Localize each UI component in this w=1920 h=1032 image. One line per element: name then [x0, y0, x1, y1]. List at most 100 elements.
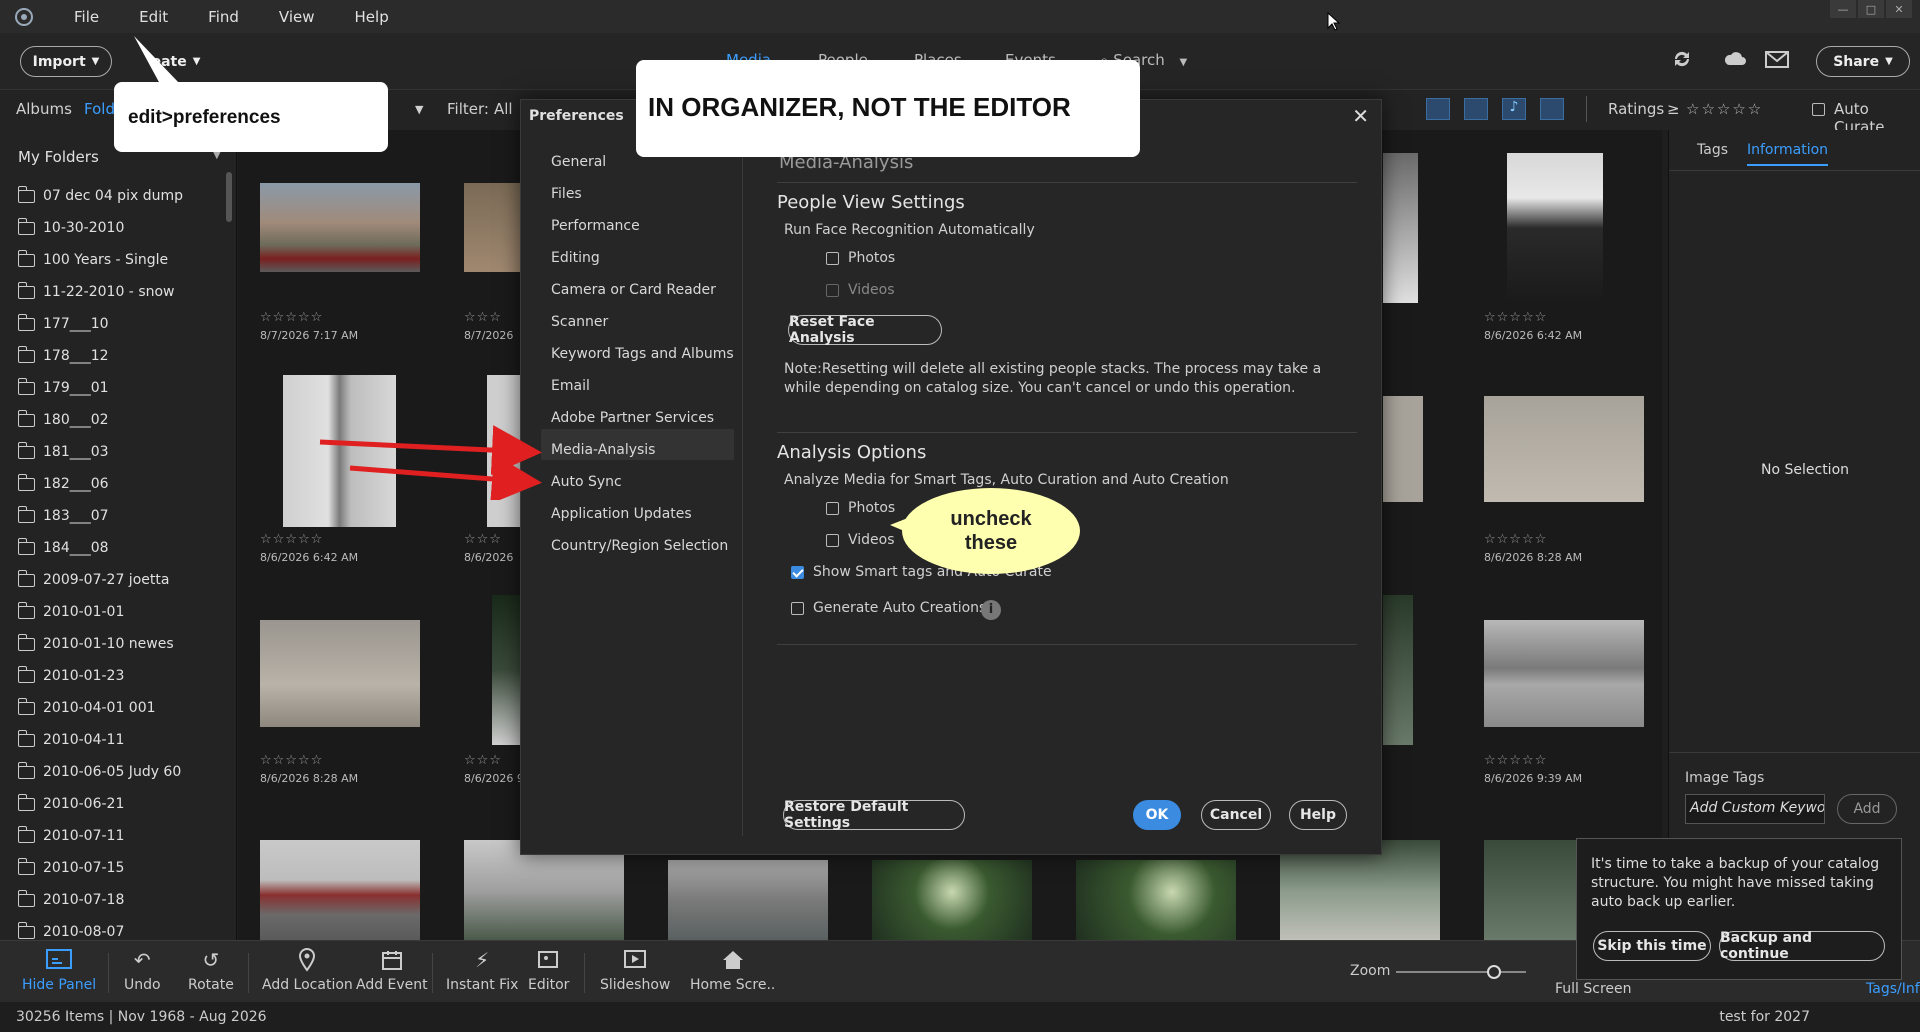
tab-albums[interactable]: Albums: [16, 100, 72, 118]
show-smart-tags-checkbox[interactable]: [791, 566, 804, 579]
menu-edit[interactable]: Edit: [139, 8, 168, 26]
folder-item[interactable]: 2010-06-05 Judy 60: [17, 756, 218, 788]
project-filter-icon[interactable]: [1540, 98, 1564, 120]
rating-stars[interactable]: ☆☆☆☆☆: [260, 753, 323, 768]
photo-thumbnail[interactable]: [1383, 595, 1413, 745]
cloud-icon[interactable]: [1722, 47, 1748, 73]
folder-item[interactable]: 2010-01-23: [17, 660, 218, 692]
folder-item[interactable]: 2010-07-11: [17, 820, 218, 852]
photo-thumbnail[interactable]: [1383, 396, 1423, 502]
add-keyword-button[interactable]: Add: [1837, 794, 1897, 824]
slideshow-button[interactable]: Slideshow: [600, 947, 670, 993]
photo-thumbnail[interactable]: [872, 860, 1032, 940]
keyword-input[interactable]: Add Custom Keywords: [1685, 794, 1825, 824]
cancel-button[interactable]: Cancel: [1201, 800, 1271, 830]
pref-nav-editing[interactable]: Editing: [551, 250, 600, 266]
tab-tags[interactable]: Tags: [1697, 142, 1728, 158]
pref-nav-application-updates[interactable]: Application Updates: [551, 506, 692, 522]
close-icon[interactable]: ✕: [1352, 104, 1369, 128]
info-icon[interactable]: i: [981, 600, 1001, 620]
photo-thumbnail[interactable]: [668, 860, 828, 940]
pref-nav-email[interactable]: Email: [551, 378, 590, 394]
folder-item[interactable]: 183___07: [17, 500, 218, 532]
pref-nav-adobe-partner-services[interactable]: Adobe Partner Services: [551, 410, 714, 426]
pref-nav-files[interactable]: Files: [551, 186, 582, 202]
undo-button[interactable]: ↶ Undo: [124, 947, 161, 993]
folder-item[interactable]: 2010-06-21: [17, 788, 218, 820]
import-button[interactable]: Import ▼: [20, 46, 112, 77]
rating-stars[interactable]: ☆☆☆: [464, 310, 502, 325]
folder-item[interactable]: 100 Years - Single: [17, 244, 218, 276]
photo-thumbnail[interactable]: [1507, 153, 1603, 303]
add-event-button[interactable]: Add Event: [356, 947, 428, 993]
photo-filter-icon[interactable]: [1426, 98, 1450, 120]
photo-thumbnail[interactable]: [260, 183, 420, 272]
reset-face-analysis-button[interactable]: Reset Face Analysis: [788, 314, 942, 346]
pref-nav-scanner[interactable]: Scanner: [551, 314, 608, 330]
photo-thumbnail[interactable]: [1383, 153, 1418, 303]
folder-item[interactable]: 178___12: [17, 340, 218, 372]
share-button[interactable]: Share ▼: [1816, 46, 1910, 77]
help-button[interactable]: Help: [1289, 800, 1347, 830]
rating-stars[interactable]: ☆☆☆: [464, 532, 502, 547]
analysis-photos-checkbox[interactable]: [826, 502, 839, 515]
photo-thumbnail[interactable]: [1280, 840, 1440, 940]
add-location-button[interactable]: Add Location: [262, 947, 353, 993]
menu-find[interactable]: Find: [208, 8, 239, 26]
pref-nav-auto-sync[interactable]: Auto Sync: [551, 474, 622, 490]
folder-item[interactable]: 2010-04-01 001: [17, 692, 218, 724]
photo-thumbnail[interactable]: [260, 840, 420, 940]
close-window-icon[interactable]: ✕: [1886, 0, 1912, 18]
video-filter-icon[interactable]: [1464, 98, 1488, 120]
home-screen-button[interactable]: Home Scre..: [690, 947, 775, 993]
rating-stars[interactable]: ☆☆☆☆☆: [260, 310, 323, 325]
folder-item[interactable]: 182___06: [17, 468, 218, 500]
generate-auto-creations-checkbox[interactable]: [791, 602, 804, 615]
menu-help[interactable]: Help: [355, 8, 389, 26]
editor-button[interactable]: Editor: [528, 947, 569, 993]
rating-stars[interactable]: ☆☆☆☆☆: [1484, 310, 1547, 325]
catalog-name[interactable]: test for 2027: [1719, 1009, 1810, 1025]
maximize-icon[interactable]: □: [1858, 0, 1884, 18]
photo-thumbnail[interactable]: [260, 620, 420, 727]
rating-stars[interactable]: ☆☆☆☆☆: [1484, 532, 1547, 547]
folder-item[interactable]: 180___02: [17, 404, 218, 436]
photo-thumbnail[interactable]: [1076, 860, 1236, 940]
photo-thumbnail[interactable]: [464, 840, 624, 940]
restore-defaults-button[interactable]: Restore Default Settings: [783, 799, 965, 831]
sync-icon[interactable]: [1670, 47, 1696, 73]
folder-item[interactable]: 07 dec 04 pix dump: [17, 180, 218, 212]
photo-thumbnail[interactable]: [1484, 840, 1584, 940]
ok-button[interactable]: OK: [1133, 800, 1181, 830]
folder-item[interactable]: 177___10: [17, 308, 218, 340]
tags-info-toggle[interactable]: Tags/Info: [1866, 981, 1920, 997]
pref-nav-keyword-tags-and-albums[interactable]: Keyword Tags and Albums: [551, 346, 734, 362]
folder-item[interactable]: 2009-07-27 joetta: [17, 564, 218, 596]
pref-nav-camera-or-card-reader[interactable]: Camera or Card Reader: [551, 282, 716, 298]
folder-item[interactable]: 2010-04-11: [17, 724, 218, 756]
chevron-down-icon[interactable]: ▼: [415, 103, 423, 116]
folder-item[interactable]: 10-30-2010: [17, 212, 218, 244]
photo-thumbnail[interactable]: [464, 183, 520, 272]
pref-nav-performance[interactable]: Performance: [551, 218, 640, 234]
folder-item[interactable]: 179___01: [17, 372, 218, 404]
zoom-slider-handle[interactable]: [1486, 965, 1501, 979]
photo-thumbnail[interactable]: [492, 595, 520, 745]
face-photos-checkbox[interactable]: [826, 252, 839, 265]
audio-filter-icon[interactable]: ♪: [1502, 98, 1526, 120]
pref-nav-general[interactable]: General: [551, 154, 606, 170]
ratings-operator[interactable]: ≥: [1667, 100, 1680, 118]
auto-curate-checkbox[interactable]: [1812, 103, 1825, 116]
menu-file[interactable]: File: [74, 8, 99, 26]
ratings-stars[interactable]: ☆☆☆☆☆: [1686, 100, 1763, 118]
folder-scrollbar[interactable]: [226, 172, 232, 222]
folder-item[interactable]: 2010-01-10 newes: [17, 628, 218, 660]
hide-panel-button[interactable]: Hide Panel: [22, 947, 96, 993]
mail-icon[interactable]: [1764, 47, 1790, 73]
folder-item[interactable]: 2010-08-07: [17, 916, 218, 940]
folder-item[interactable]: 2010-07-18: [17, 884, 218, 916]
photo-thumbnail[interactable]: [1484, 396, 1644, 502]
full-screen-label[interactable]: Full Screen: [1555, 981, 1632, 997]
rating-stars[interactable]: ☆☆☆: [464, 753, 502, 768]
pref-nav-country-region-selection[interactable]: Country/Region Selection: [551, 538, 728, 554]
